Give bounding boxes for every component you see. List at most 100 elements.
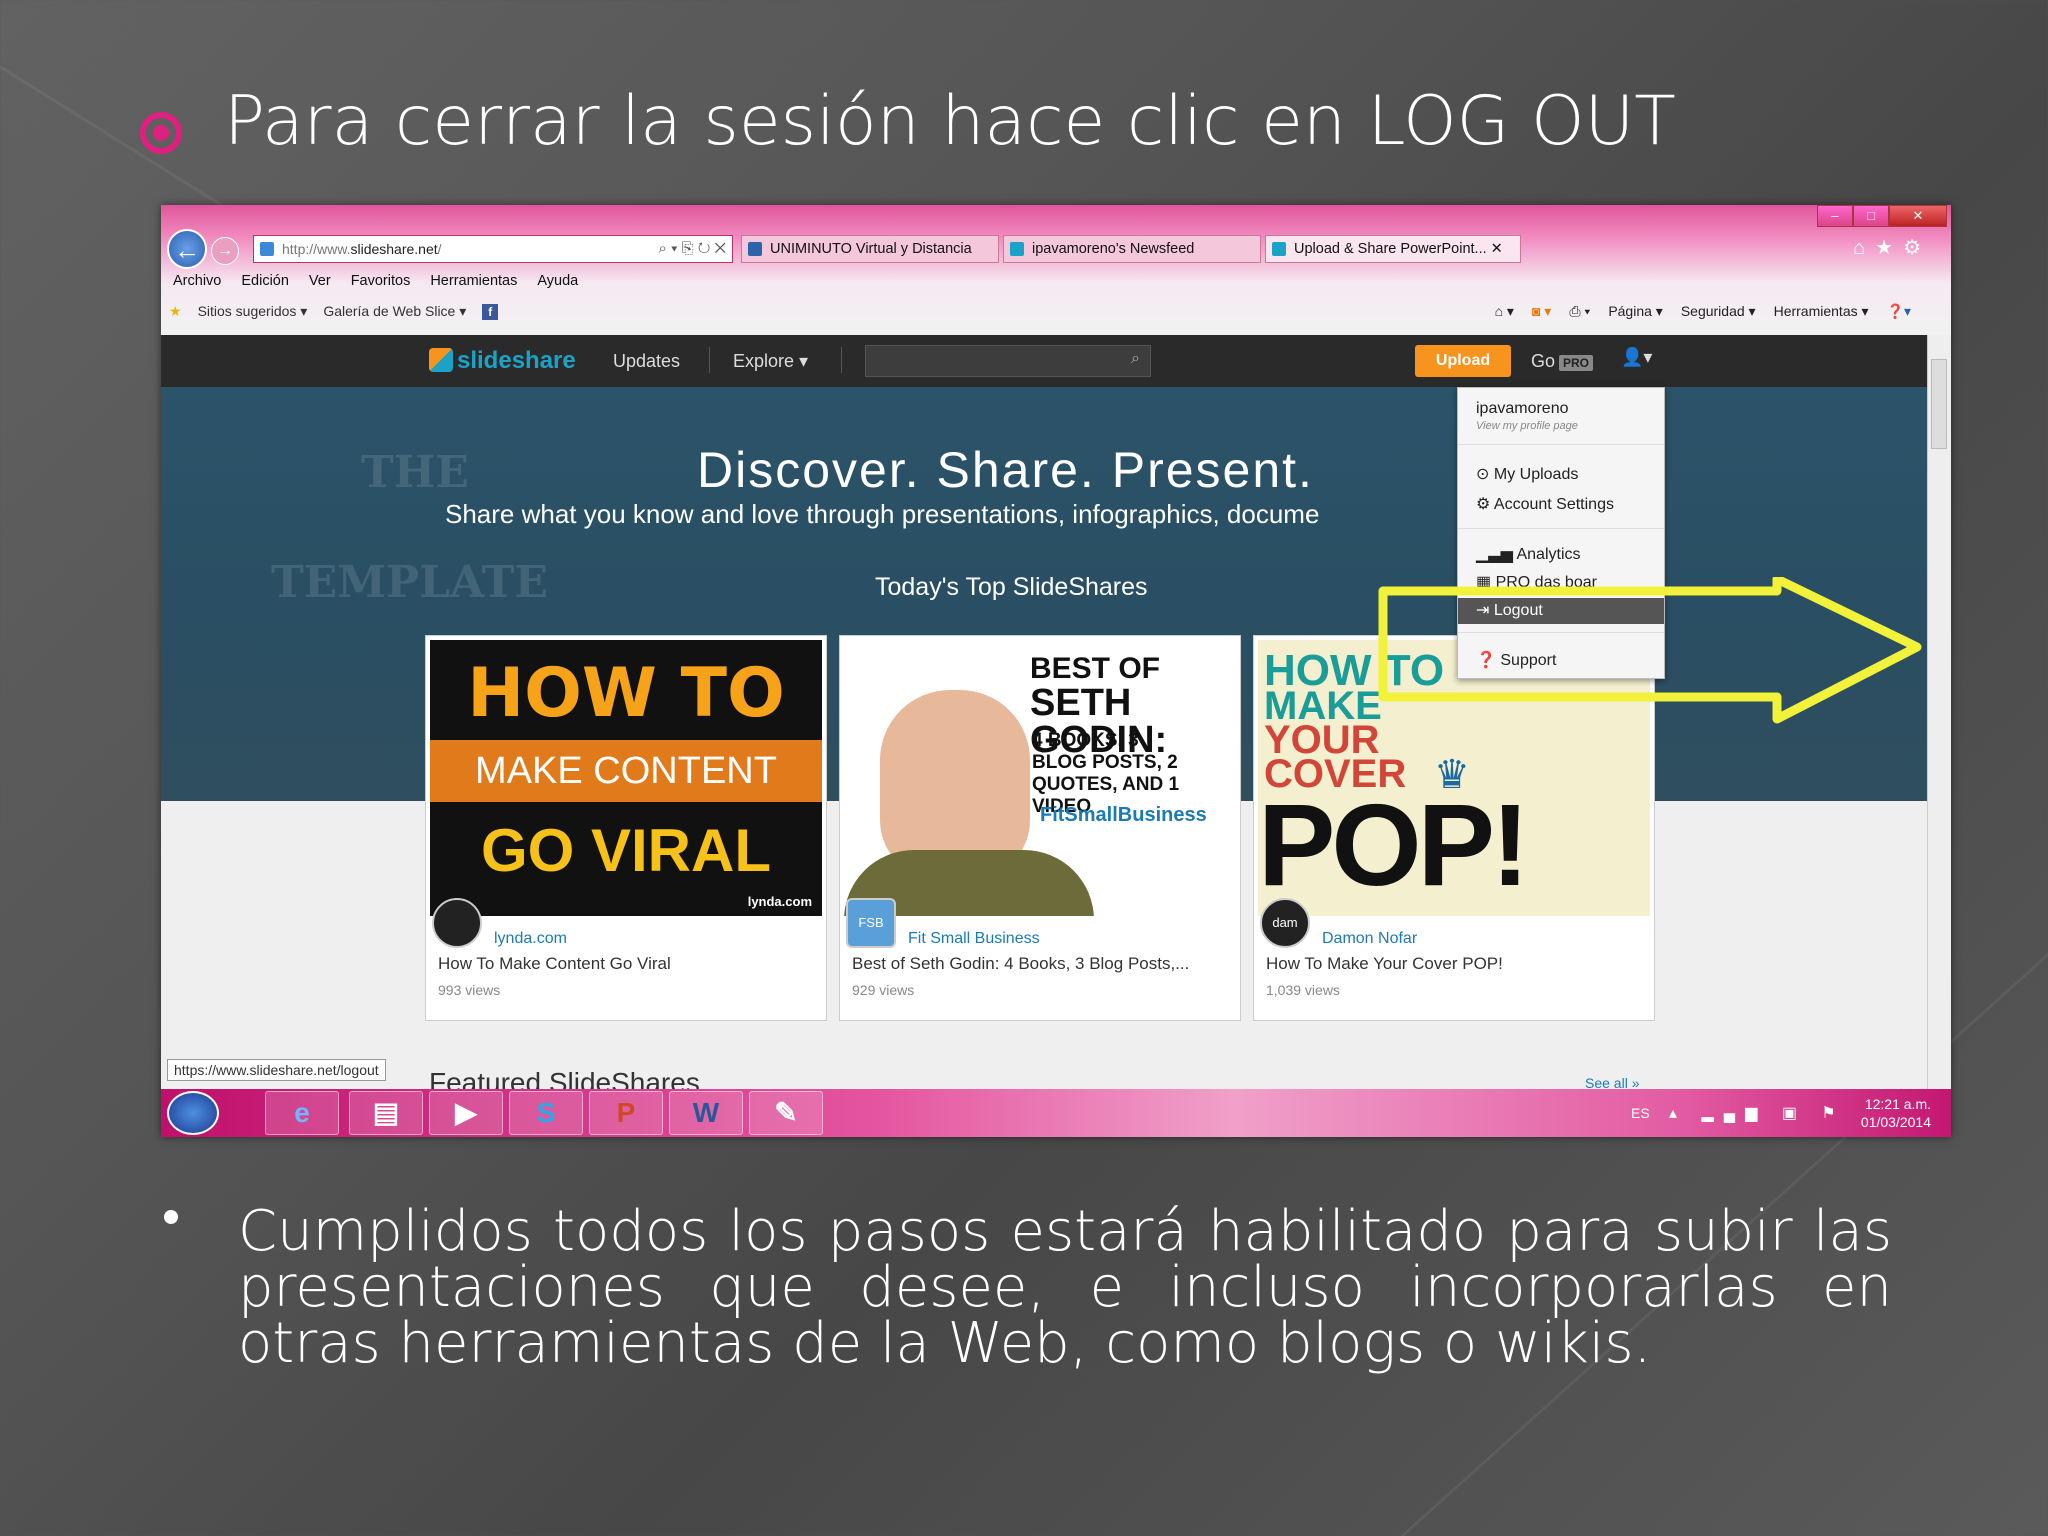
menu-edicion[interactable]: Edición	[241, 273, 289, 289]
slide-body-text: Cumplidos todos los pasos estará habilit…	[238, 1199, 1892, 1376]
clock[interactable]: 12:21 a.m. 01/03/2014	[1861, 1095, 1931, 1131]
menu-ver[interactable]: Ver	[309, 273, 331, 289]
dropdown-account-settings[interactable]: ⚙ Account Settings	[1476, 494, 1614, 514]
slideshare-logo[interactable]: slideshare	[429, 347, 576, 375]
menu-label: My Uploads	[1493, 466, 1579, 483]
user-menu-icon[interactable]: 👤▾	[1621, 347, 1652, 368]
card-title[interactable]: How To Make Your Cover POP!	[1266, 954, 1646, 974]
browser-toolbar-icons: ⌂★⚙	[1853, 235, 1931, 260]
maximize-icon[interactable]: □	[1853, 205, 1889, 227]
card-thumbnail[interactable]: HOW TO MAKE CONTENT GO VIRAL lynda.com	[430, 640, 822, 916]
search-input[interactable]: ⌕	[865, 345, 1151, 377]
media-icon[interactable]: ▶	[429, 1091, 503, 1135]
dropdown-divider	[1458, 528, 1664, 529]
card-thumbnail[interactable]: BEST OF SETH GODIN: 4 BOOKS, 3 BLOG POSTS…	[844, 640, 1236, 916]
thumb-text: GO VIRAL	[480, 817, 771, 884]
dropdown-divider	[1458, 444, 1664, 445]
nav-divider	[709, 347, 710, 373]
favorite-web-slice[interactable]: Galería de Web Slice ▾	[323, 303, 466, 320]
yellow-arrow-annotation	[1378, 577, 1922, 724]
tab-upload-share[interactable]: Upload & Share PowerPoint... ✕	[1265, 235, 1521, 263]
nav-explore[interactable]: Explore ▾	[733, 351, 808, 372]
tab-label: Upload & Share PowerPoint...	[1294, 241, 1487, 257]
logo-text: slideshare	[457, 347, 576, 374]
card-title[interactable]: Best of Seth Godin: 4 Books, 3 Blog Post…	[852, 954, 1232, 974]
home-icon[interactable]: ⌂	[1853, 237, 1875, 259]
explorer-icon[interactable]: ▤	[349, 1091, 423, 1135]
search-icon[interactable]: ⌕	[1131, 350, 1140, 368]
slide-title: Para cerrar la sesión hace clic en LOG O…	[224, 82, 1676, 161]
hero-subtitle: Share what you know and love through pre…	[445, 499, 1320, 529]
go-label: Go	[1531, 351, 1556, 371]
forward-button[interactable]: →	[211, 237, 239, 265]
browser-screenshot: – □ ✕ ← → http://www.slideshare.net/ ⌕ ▾…	[161, 205, 1951, 1137]
gear-icon: ⚙	[1476, 496, 1494, 513]
close-icon[interactable]: ✕	[1889, 205, 1947, 227]
minimize-icon[interactable]: –	[1817, 205, 1853, 227]
start-button[interactable]	[167, 1091, 219, 1135]
go-pro-link[interactable]: Go PRO	[1531, 351, 1594, 372]
card-author[interactable]: Damon Nofar	[1322, 930, 1417, 948]
help-icon[interactable]: ❓▾	[1887, 303, 1911, 320]
ie-icon[interactable]: e	[265, 1091, 339, 1135]
upload-button[interactable]: Upload	[1415, 345, 1511, 377]
tab-uniminuto[interactable]: UNIMINUTO Virtual y Distancia	[741, 235, 999, 263]
settings-gear-icon[interactable]: ⚙	[1903, 237, 1931, 259]
card-author[interactable]: Fit Small Business	[908, 930, 1040, 948]
word-icon[interactable]: W	[669, 1091, 743, 1135]
menu-favoritos[interactable]: Favoritos	[351, 273, 411, 289]
nav-updates[interactable]: Updates	[613, 351, 680, 372]
tab-favicon-icon	[748, 242, 762, 256]
menu-ayuda[interactable]: Ayuda	[537, 273, 578, 289]
facebook-icon[interactable]: f	[482, 303, 499, 320]
author-avatar[interactable]: dam	[1260, 898, 1310, 948]
menu-archivo[interactable]: Archivo	[173, 273, 221, 289]
rss-icon[interactable]: ◙ ▾	[1532, 303, 1551, 320]
add-favorite-icon[interactable]: ★	[169, 303, 182, 320]
command-seguridad[interactable]: Seguridad ▾	[1681, 303, 1756, 320]
slideshow-card[interactable]: HOW TO MAKE CONTENT GO VIRAL lynda.com l…	[425, 635, 827, 1021]
system-tray-icons[interactable]: ▴ ▂▄▆ ▣ ⚑	[1669, 1103, 1846, 1123]
favorite-sitios-sugeridos[interactable]: Sitios sugeridos ▾	[198, 303, 308, 320]
command-pagina[interactable]: Página ▾	[1608, 303, 1663, 320]
dropdown-username[interactable]: ipavamoreno	[1476, 400, 1569, 418]
favorites-star-icon[interactable]: ★	[1875, 237, 1903, 259]
tab-close-icon[interactable]: ✕	[1491, 241, 1503, 257]
language-indicator[interactable]: ES	[1631, 1105, 1650, 1121]
tab-label: ipavamoreno's Newsfeed	[1032, 241, 1195, 257]
paint-icon[interactable]: ✎	[749, 1091, 823, 1135]
address-prefix: http://www.	[282, 241, 351, 257]
dropdown-profile-link[interactable]: View my profile page	[1476, 420, 1578, 432]
slideshow-card[interactable]: BEST OF SETH GODIN: 4 BOOKS, 3 BLOG POSTS…	[839, 635, 1241, 1021]
thumb-text: HOW TO	[467, 654, 785, 733]
status-bar-url: https://www.slideshare.net/logout	[167, 1059, 386, 1081]
page-scrollbar[interactable]	[1927, 335, 1951, 1097]
address-domain: slideshare.net	[350, 241, 438, 257]
powerpoint-icon[interactable]: P	[589, 1091, 663, 1135]
clock-date: 01/03/2014	[1860, 1114, 1931, 1130]
uploads-icon: ⊙	[1476, 466, 1494, 483]
author-avatar[interactable]: FSB	[846, 898, 896, 948]
command-herramientas[interactable]: Herramientas ▾	[1774, 303, 1869, 320]
print-icon[interactable]: ⎙ ▾	[1569, 303, 1590, 320]
scrollbar-thumb[interactable]	[1931, 359, 1947, 449]
title-bullet-icon	[140, 112, 182, 154]
card-author[interactable]: lynda.com	[494, 930, 567, 948]
author-avatar[interactable]	[432, 898, 482, 948]
address-bar[interactable]: http://www.slideshare.net/ ⌕ ▾ ⎘ ↻ ✕	[253, 235, 733, 263]
pro-badge: PRO	[1559, 355, 1594, 371]
thumb-text: BEST OF	[1030, 652, 1161, 685]
back-button[interactable]: ←	[167, 229, 207, 269]
card-title[interactable]: How To Make Content Go Viral	[438, 954, 818, 974]
menu-herramientas[interactable]: Herramientas	[430, 273, 517, 289]
card-views: 993 views	[438, 982, 501, 998]
menu-label: Analytics	[1516, 546, 1581, 563]
home-icon[interactable]: ⌂ ▾	[1495, 303, 1514, 320]
dropdown-my-uploads[interactable]: ⊙ My Uploads	[1476, 464, 1578, 484]
skype-icon[interactable]: S	[509, 1091, 583, 1135]
dropdown-analytics[interactable]: ▁▃▅ Analytics	[1476, 544, 1581, 564]
thumb-brand: lynda.com	[747, 894, 812, 909]
tab-newsfeed[interactable]: ipavamoreno's Newsfeed	[1003, 235, 1261, 263]
address-controls-icon[interactable]: ⌕ ▾ ⎘ ↻ ✕	[659, 236, 726, 262]
background-decor: TEMPLATE	[271, 557, 549, 608]
